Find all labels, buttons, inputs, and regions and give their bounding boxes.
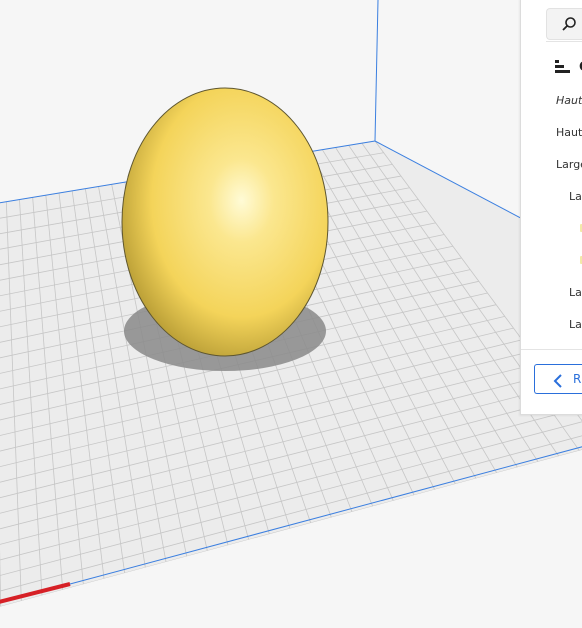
recommended-button-label: R — [573, 372, 582, 386]
settings-search-input[interactable] — [546, 8, 582, 40]
panel-divider — [546, 41, 582, 42]
setting-row-label[interactable]: Large — [556, 158, 582, 171]
3d-viewport[interactable] — [0, 0, 582, 628]
setting-row-label[interactable]: Haute — [556, 94, 582, 107]
setting-row-label[interactable]: Lar — [569, 190, 582, 203]
recommended-mode-button[interactable]: R — [534, 364, 582, 394]
setting-row-label[interactable]: Lar — [569, 318, 582, 331]
build-volume-vertical-edge — [374, 0, 379, 142]
chevron-left-icon — [553, 374, 562, 388]
search-icon — [562, 17, 576, 31]
setting-row-label[interactable]: Lar — [569, 286, 582, 299]
settings-list-icon — [555, 60, 570, 73]
panel-footer-divider — [521, 349, 582, 350]
egg-model[interactable] — [121, 87, 329, 357]
print-settings-panel: C Haute Haute Large Lar Lar Lar R — [520, 0, 582, 415]
setting-row-label[interactable]: Haute — [556, 126, 582, 139]
